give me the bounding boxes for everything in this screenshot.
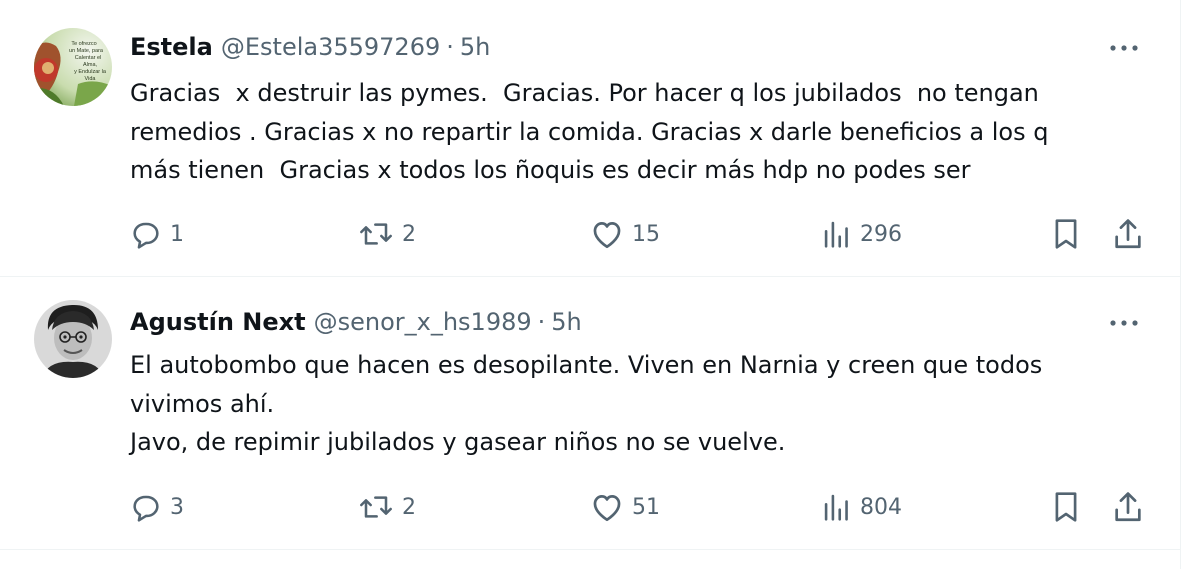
separator: ·: [446, 33, 454, 61]
views-button[interactable]: 296: [822, 214, 902, 254]
heart-icon: [590, 491, 624, 523]
bookmark-icon: [1052, 490, 1080, 524]
reply-icon: [130, 218, 162, 250]
repost-button[interactable]: 2: [358, 214, 416, 254]
repost-count: 2: [402, 221, 416, 247]
svg-text:y Endulzar la: y Endulzar la: [74, 69, 107, 75]
action-bar: 1 2 15 296: [130, 214, 1144, 254]
share-icon: [1112, 490, 1144, 524]
avatar[interactable]: Te ofrezco un Mate, para Calentar el Alm…: [34, 28, 112, 106]
view-count: 804: [860, 494, 902, 520]
like-button[interactable]: 51: [590, 487, 660, 527]
svg-text:Vida: Vida: [85, 76, 97, 82]
avatar-image: [34, 300, 112, 378]
bookmark-icon: [1052, 217, 1080, 251]
reply-button[interactable]: 1: [130, 214, 184, 254]
display-name[interactable]: Agustín Next: [130, 308, 306, 336]
user-handle[interactable]: @Estela35597269: [221, 33, 440, 61]
like-count: 15: [632, 221, 660, 247]
timestamp[interactable]: 5h: [551, 308, 581, 336]
separator: ·: [537, 308, 546, 336]
heart-icon: [590, 218, 624, 250]
repost-button[interactable]: 2: [358, 487, 416, 527]
views-icon: [822, 219, 852, 249]
views-button[interactable]: 804: [822, 487, 902, 527]
user-handle[interactable]: @senor_x_hs1989: [314, 308, 532, 336]
action-bar: 3 2 51 804: [130, 487, 1144, 527]
tweet-text: Gracias x destruir las pymes. Gracias. P…: [130, 79, 1049, 184]
svg-text:Calentar el: Calentar el: [75, 55, 102, 61]
timeline: Te ofrezco un Mate, para Calentar el Alm…: [0, 0, 1181, 569]
timestamp[interactable]: 5h: [460, 33, 490, 61]
tweet[interactable]: Te ofrezco un Mate, para Calentar el Alm…: [0, 0, 1180, 277]
svg-text:Alma,: Alma,: [83, 62, 98, 68]
like-count: 51: [632, 494, 660, 520]
share-button[interactable]: [1112, 214, 1144, 254]
bookmark-button[interactable]: [1052, 487, 1080, 527]
repost-icon: [358, 218, 394, 250]
view-count: 296: [860, 221, 902, 247]
repost-icon: [358, 491, 394, 523]
reply-icon: [130, 491, 162, 523]
repost-count: 2: [402, 494, 416, 520]
share-icon: [1112, 217, 1144, 251]
tweet[interactable]: Agustín Next @senor_x_hs1989 · 5h El aut…: [0, 277, 1180, 550]
avatar[interactable]: [34, 300, 112, 378]
share-button[interactable]: [1112, 487, 1144, 527]
display-name[interactable]: Estela: [130, 33, 213, 61]
svg-text:un Mate, para: un Mate, para: [69, 48, 104, 54]
tweet-text: El autobombo que hacen es desopilante. V…: [130, 351, 1043, 456]
views-icon: [822, 492, 852, 522]
reply-count: 1: [170, 221, 184, 247]
avatar-image: Te ofrezco un Mate, para Calentar el Alm…: [34, 28, 112, 106]
bookmark-button[interactable]: [1052, 214, 1080, 254]
more-icon[interactable]: [1104, 308, 1144, 338]
reply-button[interactable]: 3: [130, 487, 184, 527]
reply-count: 3: [170, 494, 184, 520]
more-icon[interactable]: [1104, 33, 1144, 63]
tweet-header: Estela @Estela35597269 · 5h: [130, 30, 490, 64]
svg-text:Te ofrezco: Te ofrezco: [71, 41, 96, 47]
tweet-header: Agustín Next @senor_x_hs1989 · 5h: [130, 305, 582, 339]
like-button[interactable]: 15: [590, 214, 660, 254]
